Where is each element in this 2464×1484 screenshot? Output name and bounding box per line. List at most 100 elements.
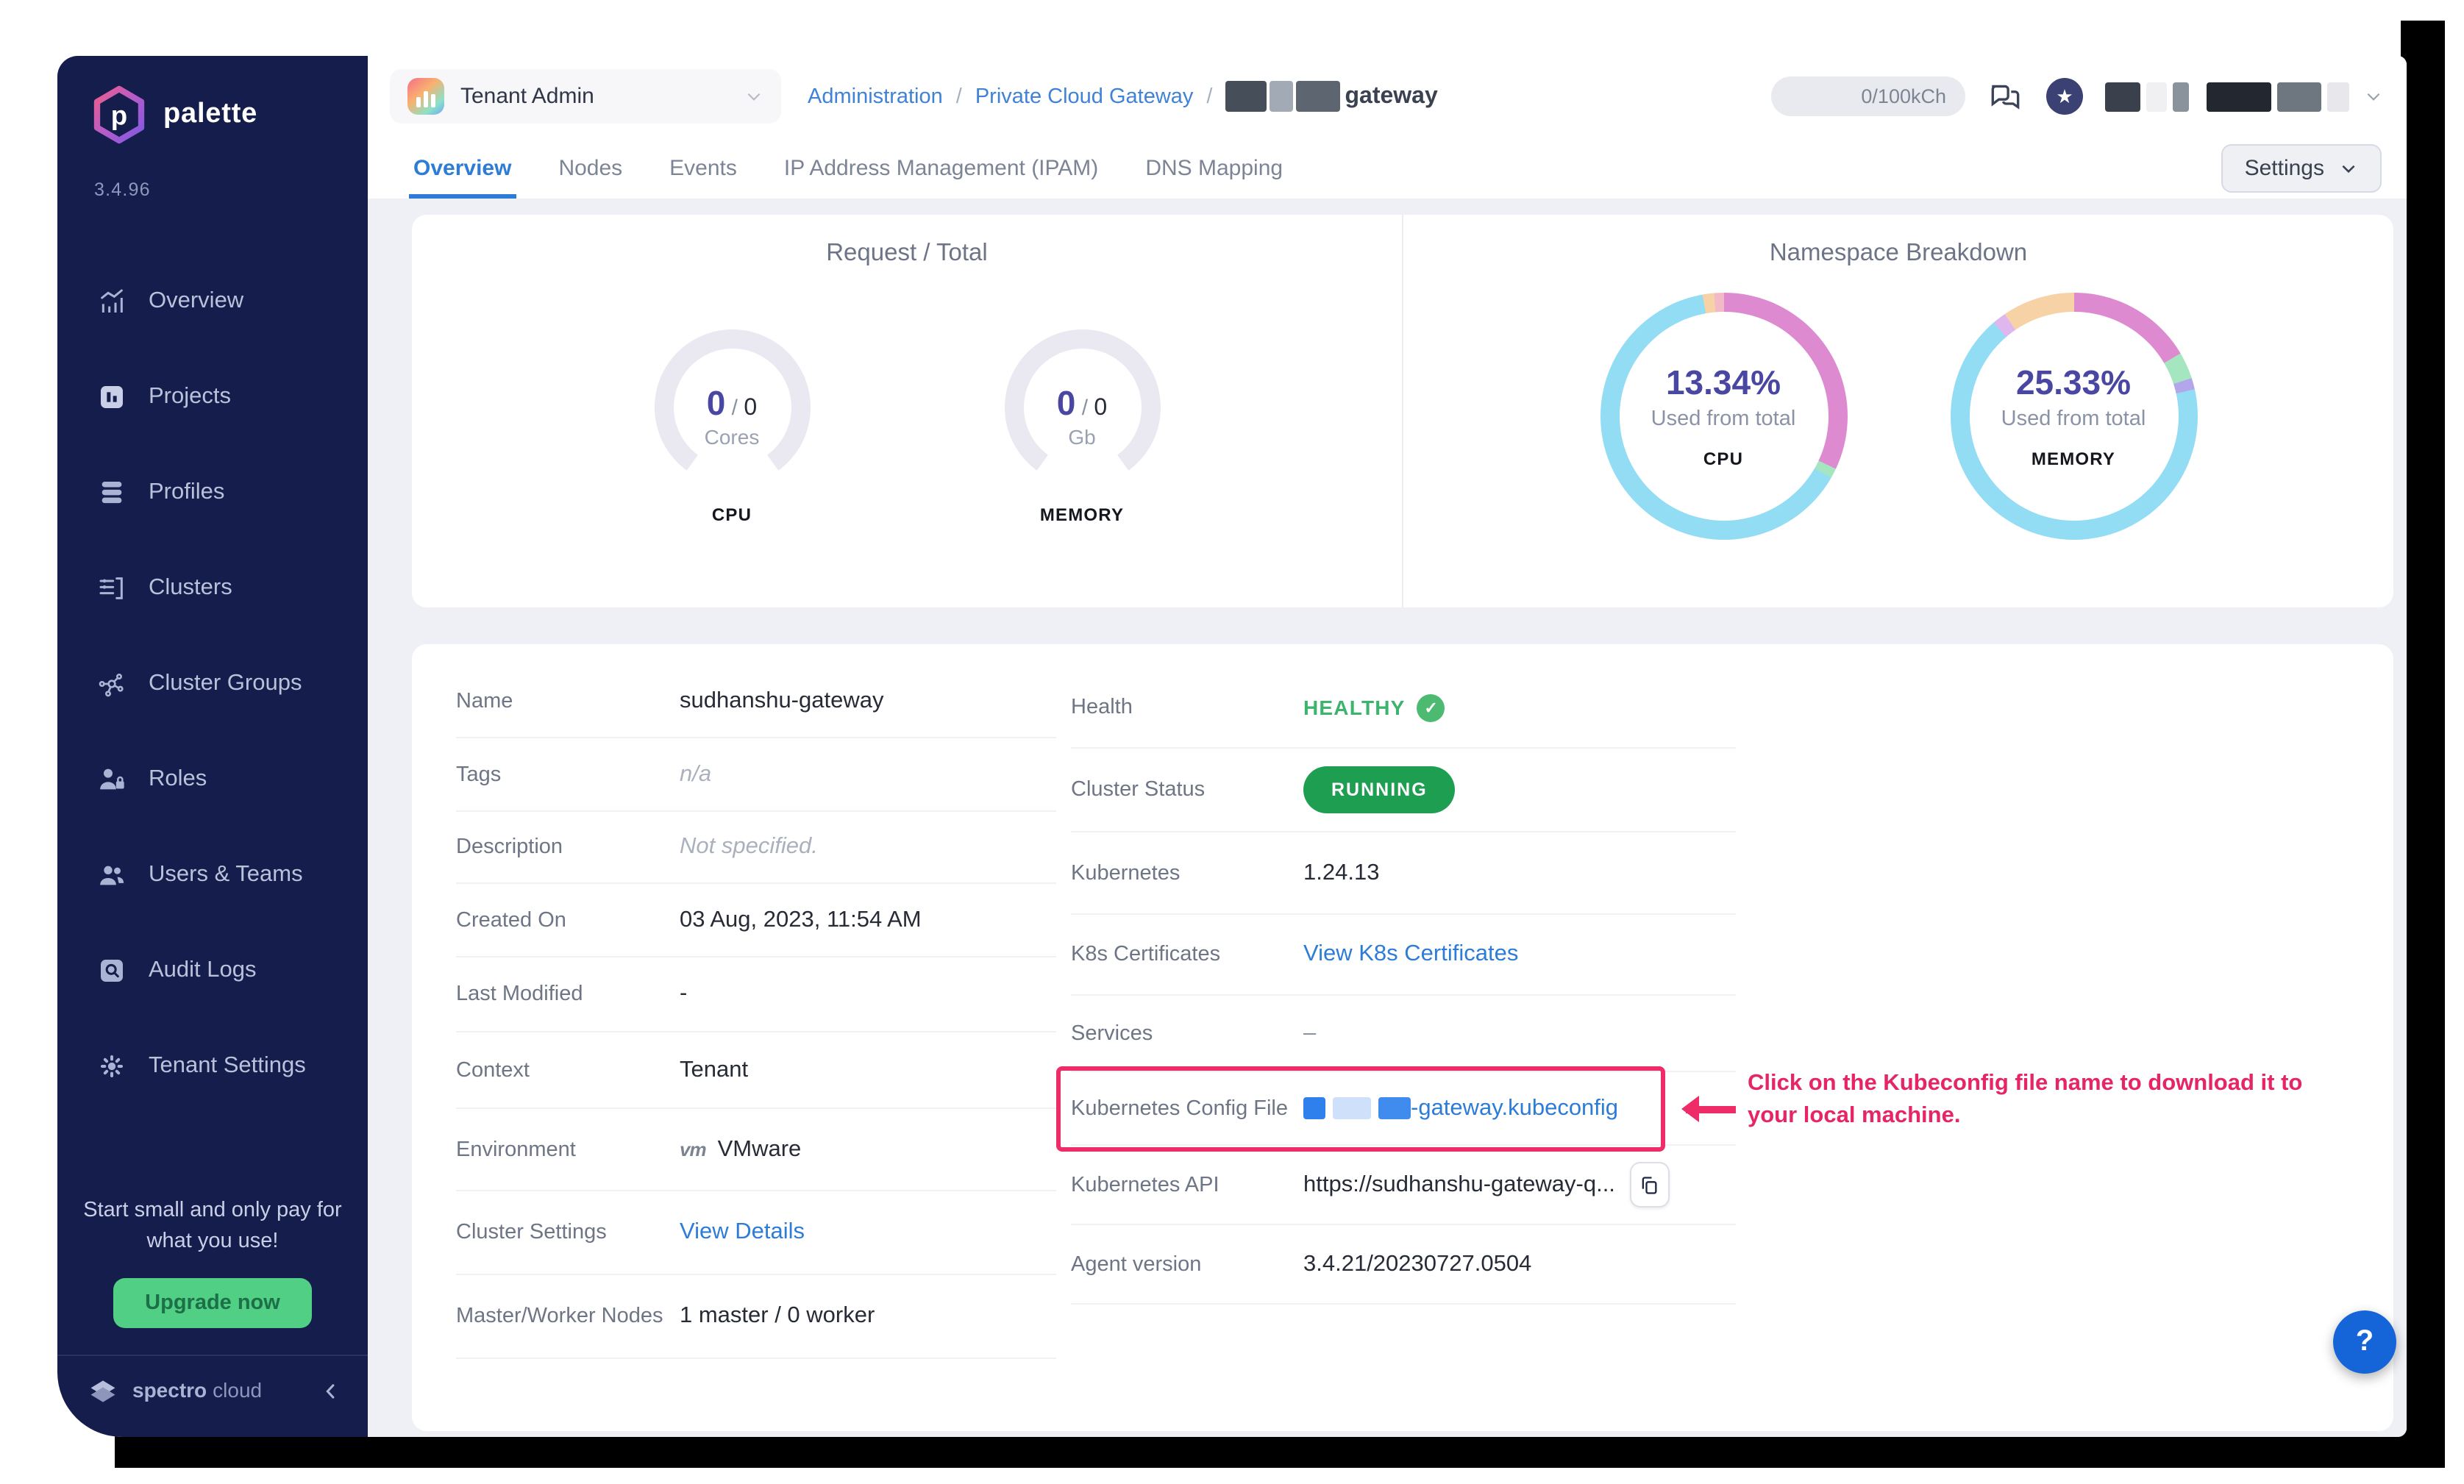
view-k8s-certificates-link[interactable]: View K8s Certificates <box>1303 941 1518 968</box>
footer-brand-bold: spectro <box>132 1378 207 1402</box>
topbar-right: 0/100kCh ★ <box>1771 76 2383 116</box>
cpu-donut-percent: 13.34% <box>1651 363 1796 403</box>
detail-row-kubernetes-api: Kubernetes API https://sudhanshu-gateway… <box>1071 1146 1736 1225</box>
footer-brand-light: cloud <box>213 1378 262 1402</box>
sidebar-item-label: Projects <box>149 383 231 410</box>
gear-icon <box>97 1051 127 1080</box>
help-button[interactable]: ? <box>2333 1310 2396 1374</box>
detail-row-kubernetes: Kubernetes 1.24.13 <box>1071 832 1736 915</box>
upgrade-now-button[interactable]: Upgrade now <box>113 1278 313 1328</box>
services-value: – <box>1303 1020 1316 1046</box>
memory-donut-label: MEMORY <box>2001 449 2146 469</box>
window-shadow-right <box>2401 21 2445 1468</box>
sidebar-item-label: Clusters <box>149 574 232 601</box>
redacted-block <box>2146 82 2167 111</box>
copy-api-button[interactable] <box>1630 1162 1670 1207</box>
sidebar-item-cluster-groups[interactable]: Cluster Groups <box>57 635 368 731</box>
cpu-gauge-ring: 0 / 0 Cores <box>654 329 810 485</box>
tab-overview[interactable]: Overview <box>390 137 535 199</box>
request-total-title: Request / Total <box>826 240 988 268</box>
redacted-block <box>1303 1097 1325 1119</box>
scope-icon <box>407 78 444 115</box>
star-badge-button[interactable]: ★ <box>2046 78 2083 115</box>
chevron-down-icon <box>744 87 763 106</box>
kubeconfig-download-link[interactable]: -gateway.kubeconfig <box>1303 1095 1618 1121</box>
breadcrumb-link-private-cloud-gateway[interactable]: Private Cloud Gateway <box>975 85 1194 108</box>
master-worker-value: 1 master / 0 worker <box>680 1303 875 1330</box>
sidebar-item-users-teams[interactable]: Users & Teams <box>57 827 368 922</box>
chevron-left-icon <box>321 1381 341 1402</box>
detail-row-k8s-certificates: K8s Certificates View K8s Certificates <box>1071 915 1736 996</box>
sidebar-item-roles[interactable]: Roles <box>57 731 368 827</box>
breadcrumb: Administration / Private Cloud Gateway /… <box>808 81 1438 112</box>
app-window: p palette 3.4.96 Overview Projec <box>57 56 2407 1437</box>
tab-events[interactable]: Events <box>646 137 761 199</box>
sidebar-item-profiles[interactable]: Profiles <box>57 444 368 540</box>
cluster-groups-network-icon <box>97 668 127 698</box>
sidebar-item-overview[interactable]: Overview <box>57 253 368 349</box>
upgrade-promo-text: Start small and only pay for what you us… <box>57 1195 368 1259</box>
detail-row-master-worker: Master/Worker Nodes 1 master / 0 worker <box>456 1275 1056 1359</box>
sidebar-item-label: Users & Teams <box>149 861 303 888</box>
detail-row-name: Name sudhanshu-gateway <box>456 665 1056 738</box>
memory-donut-percent: 25.33% <box>2001 363 2146 403</box>
annotation-arrow <box>1686 1106 1736 1113</box>
tab-ipam[interactable]: IP Address Management (IPAM) <box>761 137 1122 199</box>
topbar: Tenant Admin Administration / Private Cl… <box>368 56 2407 137</box>
details-right-column: Health HEALTHY ✓ Cluster Status RUNNING … <box>1071 668 1736 1305</box>
redacted-block <box>2277 82 2321 111</box>
sidebar-collapse-button[interactable] <box>321 1381 341 1402</box>
settings-button[interactable]: Settings <box>2221 143 2382 192</box>
gateway-details-card: Name sudhanshu-gateway Tags n/a Descript… <box>412 644 2393 1431</box>
running-status-badge: RUNNING <box>1303 766 1456 813</box>
agent-version-value: 3.4.21/20230727.0504 <box>1303 1251 1531 1277</box>
detail-row-cluster-status: Cluster Status RUNNING <box>1071 749 1736 832</box>
sidebar-item-clusters[interactable]: Clusters <box>57 540 368 635</box>
cpu-gauge-total: 0 <box>744 396 757 421</box>
memory-gauge-total: 0 <box>1094 396 1107 421</box>
sidebar-item-label: Overview <box>149 288 243 314</box>
cpu-donut-caption: Used from total <box>1651 407 1796 431</box>
redacted-block <box>2105 82 2140 111</box>
cpu-donut-label: CPU <box>1651 449 1796 469</box>
user-menu[interactable] <box>2105 82 2383 111</box>
tab-dns-mapping[interactable]: DNS Mapping <box>1122 137 1306 199</box>
sidebar-item-label: Audit Logs <box>149 957 257 983</box>
detail-row-agent-version: Agent version 3.4.21/20230727.0504 <box>1071 1225 1736 1305</box>
spectro-cloud-logo <box>87 1375 119 1408</box>
redacted-block <box>2327 82 2349 111</box>
memory-donut-caption: Used from total <box>2001 407 2146 431</box>
app-version: 3.4.96 <box>57 144 368 200</box>
chat-button[interactable] <box>1987 78 2024 115</box>
svg-text:p: p <box>111 100 127 130</box>
screenshot-canvas: p palette 3.4.96 Overview Projec <box>0 0 2464 1484</box>
detail-row-services: Services – <box>1071 996 1736 1072</box>
tab-nodes[interactable]: Nodes <box>535 137 646 199</box>
view-details-link[interactable]: View Details <box>680 1219 805 1246</box>
sidebar-item-label: Roles <box>149 766 207 792</box>
sidebar-item-tenant-settings[interactable]: Tenant Settings <box>57 1018 368 1113</box>
detail-row-health: Health HEALTHY ✓ <box>1071 668 1736 749</box>
breadcrumb-separator: / <box>956 85 962 108</box>
sidebar-item-projects[interactable]: Projects <box>57 349 368 444</box>
redacted-block <box>1270 81 1293 112</box>
kubernetes-api-value: https://sudhanshu-gateway-q... <box>1303 1171 1615 1198</box>
breadcrumb-link-administration[interactable]: Administration <box>808 85 943 108</box>
cpu-gauge-value: 0 <box>707 384 726 422</box>
environment-value: vmVMware <box>680 1136 801 1163</box>
usage-credits-pill[interactable]: 0/100kCh <box>1771 76 1965 116</box>
tags-value: n/a <box>680 761 711 788</box>
overview-chart-icon <box>97 286 127 315</box>
projects-icon <box>97 382 127 411</box>
cpu-gauge-label: CPU <box>712 504 752 525</box>
cpu-gauge: 0 / 0 Cores CPU <box>651 329 813 525</box>
sidebar-item-audit-logs[interactable]: Audit Logs <box>57 922 368 1018</box>
palette-logo-icon: p <box>90 85 149 144</box>
scope-selector[interactable]: Tenant Admin <box>390 69 781 124</box>
chat-bubbles-icon <box>1987 78 2024 115</box>
memory-gauge-ring: 0 / 0 Gb <box>1004 329 1160 485</box>
created-on-value: 03 Aug, 2023, 11:54 AM <box>680 907 922 933</box>
gauges: 0 / 0 Cores CPU 0 / 0 <box>651 329 1163 525</box>
redacted-block <box>2173 82 2189 111</box>
audit-logs-icon <box>97 955 127 985</box>
